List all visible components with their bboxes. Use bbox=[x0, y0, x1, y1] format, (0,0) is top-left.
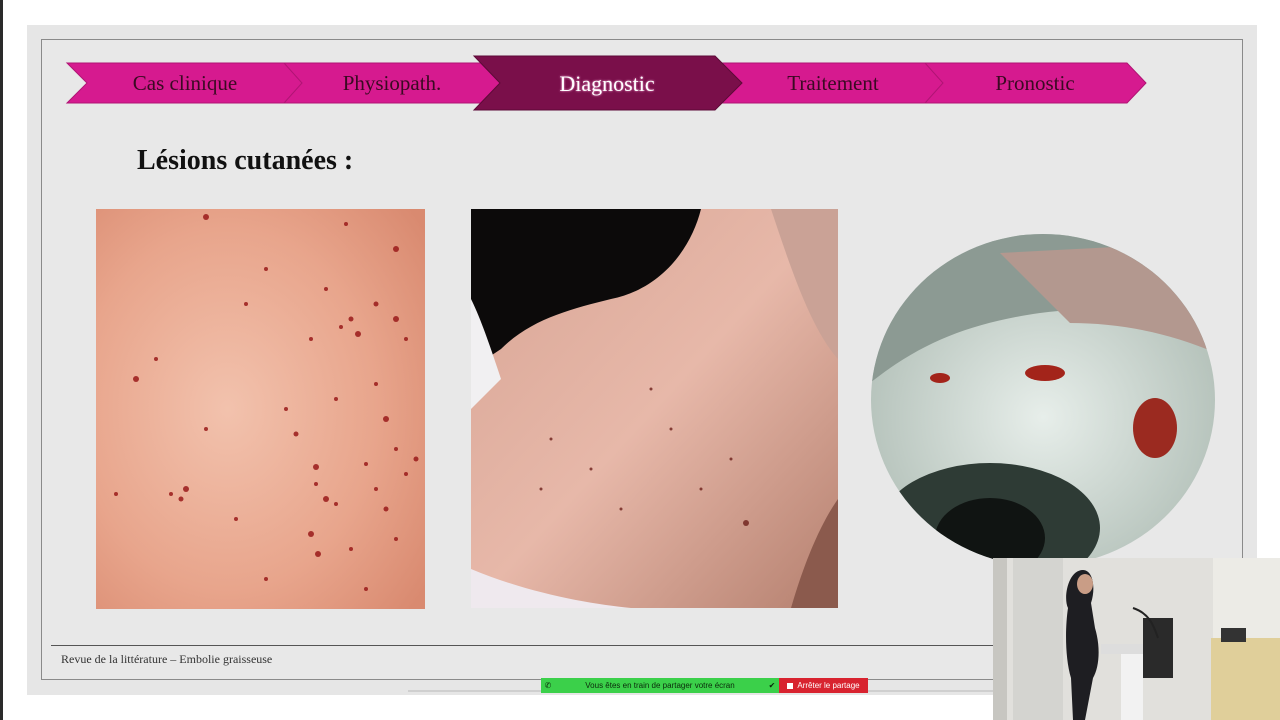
nav-step-pronostic[interactable]: Pronostic bbox=[950, 71, 1120, 96]
nav-step-physiopath[interactable]: Physiopath. bbox=[307, 71, 477, 96]
phone-icon: ✆ bbox=[544, 681, 552, 690]
nav-step-cas-clinique[interactable]: Cas clinique bbox=[95, 71, 275, 96]
shield-check-icon: ✔ bbox=[768, 681, 776, 690]
eye-conjunctival-photo bbox=[870, 233, 1216, 568]
stop-sharing-label: Arrêter le partage bbox=[797, 681, 860, 690]
window-edge bbox=[0, 0, 3, 720]
screen-share-message: Vous êtes en train de partager votre écr… bbox=[585, 681, 735, 690]
skin-petechiae-photo bbox=[96, 209, 425, 609]
nav-step-diagnostic[interactable]: Diagnostic bbox=[512, 71, 702, 97]
neck-petechiae-photo bbox=[471, 209, 838, 608]
webcam-preview[interactable] bbox=[993, 558, 1280, 720]
slide-title: Lésions cutanées : bbox=[137, 145, 354, 176]
nav-step-traitement[interactable]: Traitement bbox=[748, 71, 918, 96]
slide-footer: Revue de la littérature – Embolie graiss… bbox=[61, 652, 273, 666]
stop-square-icon bbox=[787, 682, 794, 689]
screen-share-bar: ✆ Vous êtes en train de partager votre é… bbox=[541, 678, 779, 693]
stop-sharing-button[interactable]: Arrêter le partage bbox=[779, 678, 868, 693]
